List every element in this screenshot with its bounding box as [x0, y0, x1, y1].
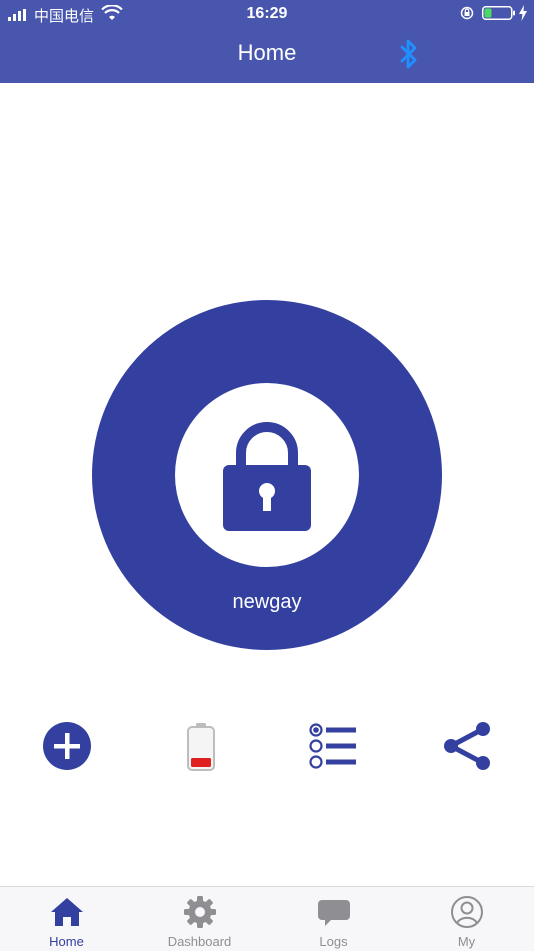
- tab-logs[interactable]: Logs: [267, 887, 400, 951]
- tab-home[interactable]: Home: [0, 887, 133, 951]
- tab-bar: Home Dashboard Logs My: [0, 886, 534, 951]
- share-icon[interactable]: [441, 720, 493, 772]
- lock-button[interactable]: newgay: [92, 300, 442, 650]
- gear-icon: [183, 896, 216, 928]
- user-icon: [450, 896, 483, 928]
- bluetooth-icon[interactable]: [398, 38, 420, 70]
- tab-my-label: My: [457, 934, 476, 949]
- status-bar: 中国电信 16:29: [0, 0, 534, 28]
- battery-icon: [482, 6, 515, 20]
- lock-icon-circle: [175, 383, 359, 567]
- rotation-lock-icon: [460, 6, 474, 20]
- tab-dashboard-label: Dashboard: [167, 934, 232, 949]
- tab-logs-label: Logs: [319, 934, 348, 949]
- page-title: Home: [237, 40, 297, 65]
- lock-icon: [223, 422, 311, 531]
- device-name: newgay: [232, 591, 302, 613]
- chat-bubble-icon: [317, 900, 350, 926]
- charging-icon: [519, 5, 527, 21]
- tab-home-label: Home: [49, 934, 84, 949]
- tab-dashboard[interactable]: Dashboard: [133, 887, 266, 951]
- plus-circle-icon[interactable]: [41, 720, 93, 772]
- top-bar: 中国电信 16:29 Home: [0, 0, 534, 83]
- tab-my[interactable]: My: [400, 887, 533, 951]
- status-time: 16:29: [246, 5, 288, 22]
- battery-low-icon[interactable]: [185, 722, 217, 772]
- list-icon[interactable]: [308, 722, 358, 770]
- home-icon: [50, 898, 83, 926]
